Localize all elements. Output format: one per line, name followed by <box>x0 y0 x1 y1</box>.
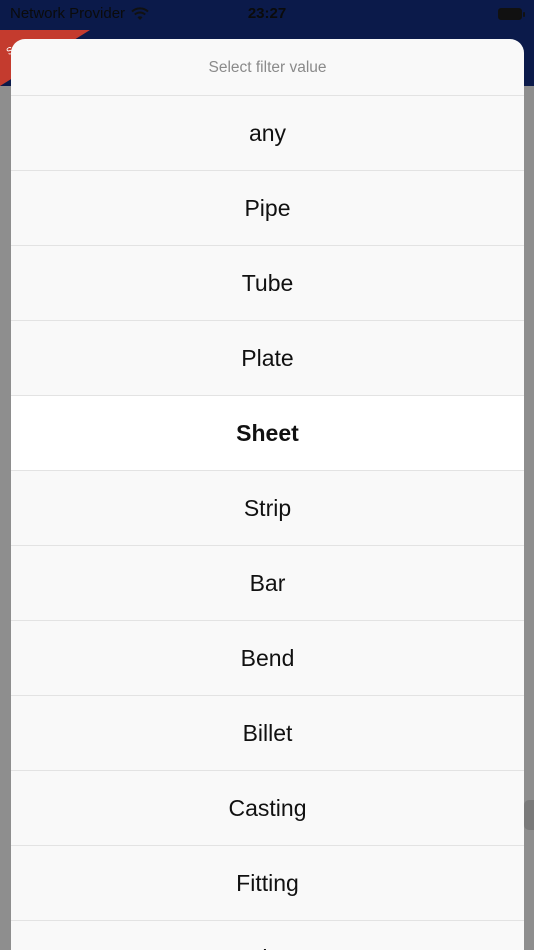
option-fl[interactable]: Fl... <box>11 921 524 950</box>
option-billet[interactable]: Billet <box>11 696 524 771</box>
option-strip[interactable]: Strip <box>11 471 524 546</box>
scroll-indicator <box>524 800 534 830</box>
option-bar[interactable]: Bar <box>11 546 524 621</box>
option-pipe[interactable]: Pipe <box>11 171 524 246</box>
option-casting[interactable]: Casting <box>11 771 524 846</box>
filter-picker-sheet: Select filter value any Pipe Tube Plate Shee… <box>11 39 524 950</box>
clock: 23:27 <box>247 5 287 22</box>
option-fitting[interactable]: Fitting <box>11 846 524 921</box>
option-any[interactable]: any <box>11 96 524 171</box>
battery-icon <box>498 8 525 20</box>
options-list: any Pipe Tube Plate Sheet Strip Bar Bend Billet C… <box>11 96 524 950</box>
option-tube[interactable]: Tube <box>11 246 524 321</box>
option-sheet[interactable]: Sheet <box>11 396 524 471</box>
picker-title: Select filter value <box>11 39 524 96</box>
status-bar: Network Provider 23:27 <box>0 0 534 30</box>
option-plate[interactable]: Plate <box>11 321 524 396</box>
option-bend[interactable]: Bend <box>11 621 524 696</box>
